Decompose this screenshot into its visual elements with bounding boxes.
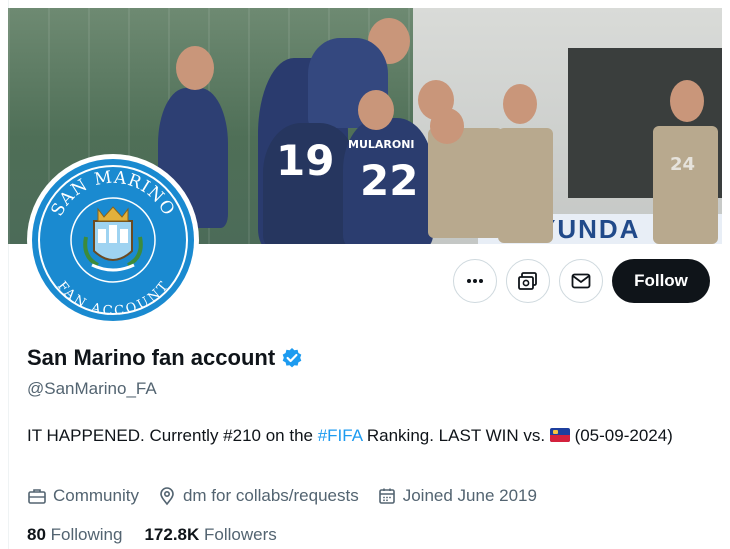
profile-meta: Community dm for collabs/requests Joined…: [27, 486, 537, 506]
profile-bio: IT HAPPENED. Currently #210 on the #FIFA…: [27, 426, 673, 445]
banner-player: [428, 128, 503, 238]
location-label: dm for collabs/requests: [182, 486, 359, 505]
followers-label: Followers: [204, 525, 277, 544]
profile-name: San Marino fan account: [27, 345, 276, 370]
profile-handle: @SanMarino_FA: [27, 379, 157, 398]
message-button[interactable]: [559, 259, 603, 303]
banner-player: [653, 126, 718, 244]
joined-item: Joined June 2019: [377, 486, 537, 506]
category-label[interactable]: Community: [53, 486, 139, 506]
location-pin-icon: [160, 487, 174, 506]
profile-avatar[interactable]: SAN MARINO FAN ACCOUNT: [27, 154, 199, 326]
fan-account-logo: SAN MARINO FAN ACCOUNT: [32, 159, 194, 321]
profile-name-row: San Marino fan account: [27, 345, 303, 371]
more-horizontal-icon: [467, 279, 483, 283]
joined-label: Joined June 2019: [402, 486, 537, 505]
following-link[interactable]: 80 Following: [27, 525, 122, 545]
subscribe-button[interactable]: [506, 259, 550, 303]
envelope-icon: [571, 273, 591, 289]
verified-badge-icon[interactable]: [281, 347, 303, 369]
more-button[interactable]: [453, 259, 497, 303]
follow-button[interactable]: Follow: [612, 259, 710, 303]
hashtag-link[interactable]: #FIFA: [318, 426, 362, 445]
liechtenstein-flag-icon: [549, 428, 570, 442]
following-label: Following: [50, 525, 123, 544]
banner-player: [498, 128, 553, 243]
following-count: 80: [27, 525, 46, 544]
calendar-icon: [378, 488, 395, 504]
briefcase-icon: [28, 489, 46, 504]
location-item: dm for collabs/requests: [157, 486, 359, 506]
followers-link[interactable]: 172.8K Followers: [144, 525, 276, 545]
followers-count: 172.8K: [144, 525, 200, 544]
monetization-icon: [518, 272, 537, 290]
profile-stats: 80 Following 172.8K Followers: [27, 525, 277, 545]
category-item: Community: [27, 486, 139, 506]
